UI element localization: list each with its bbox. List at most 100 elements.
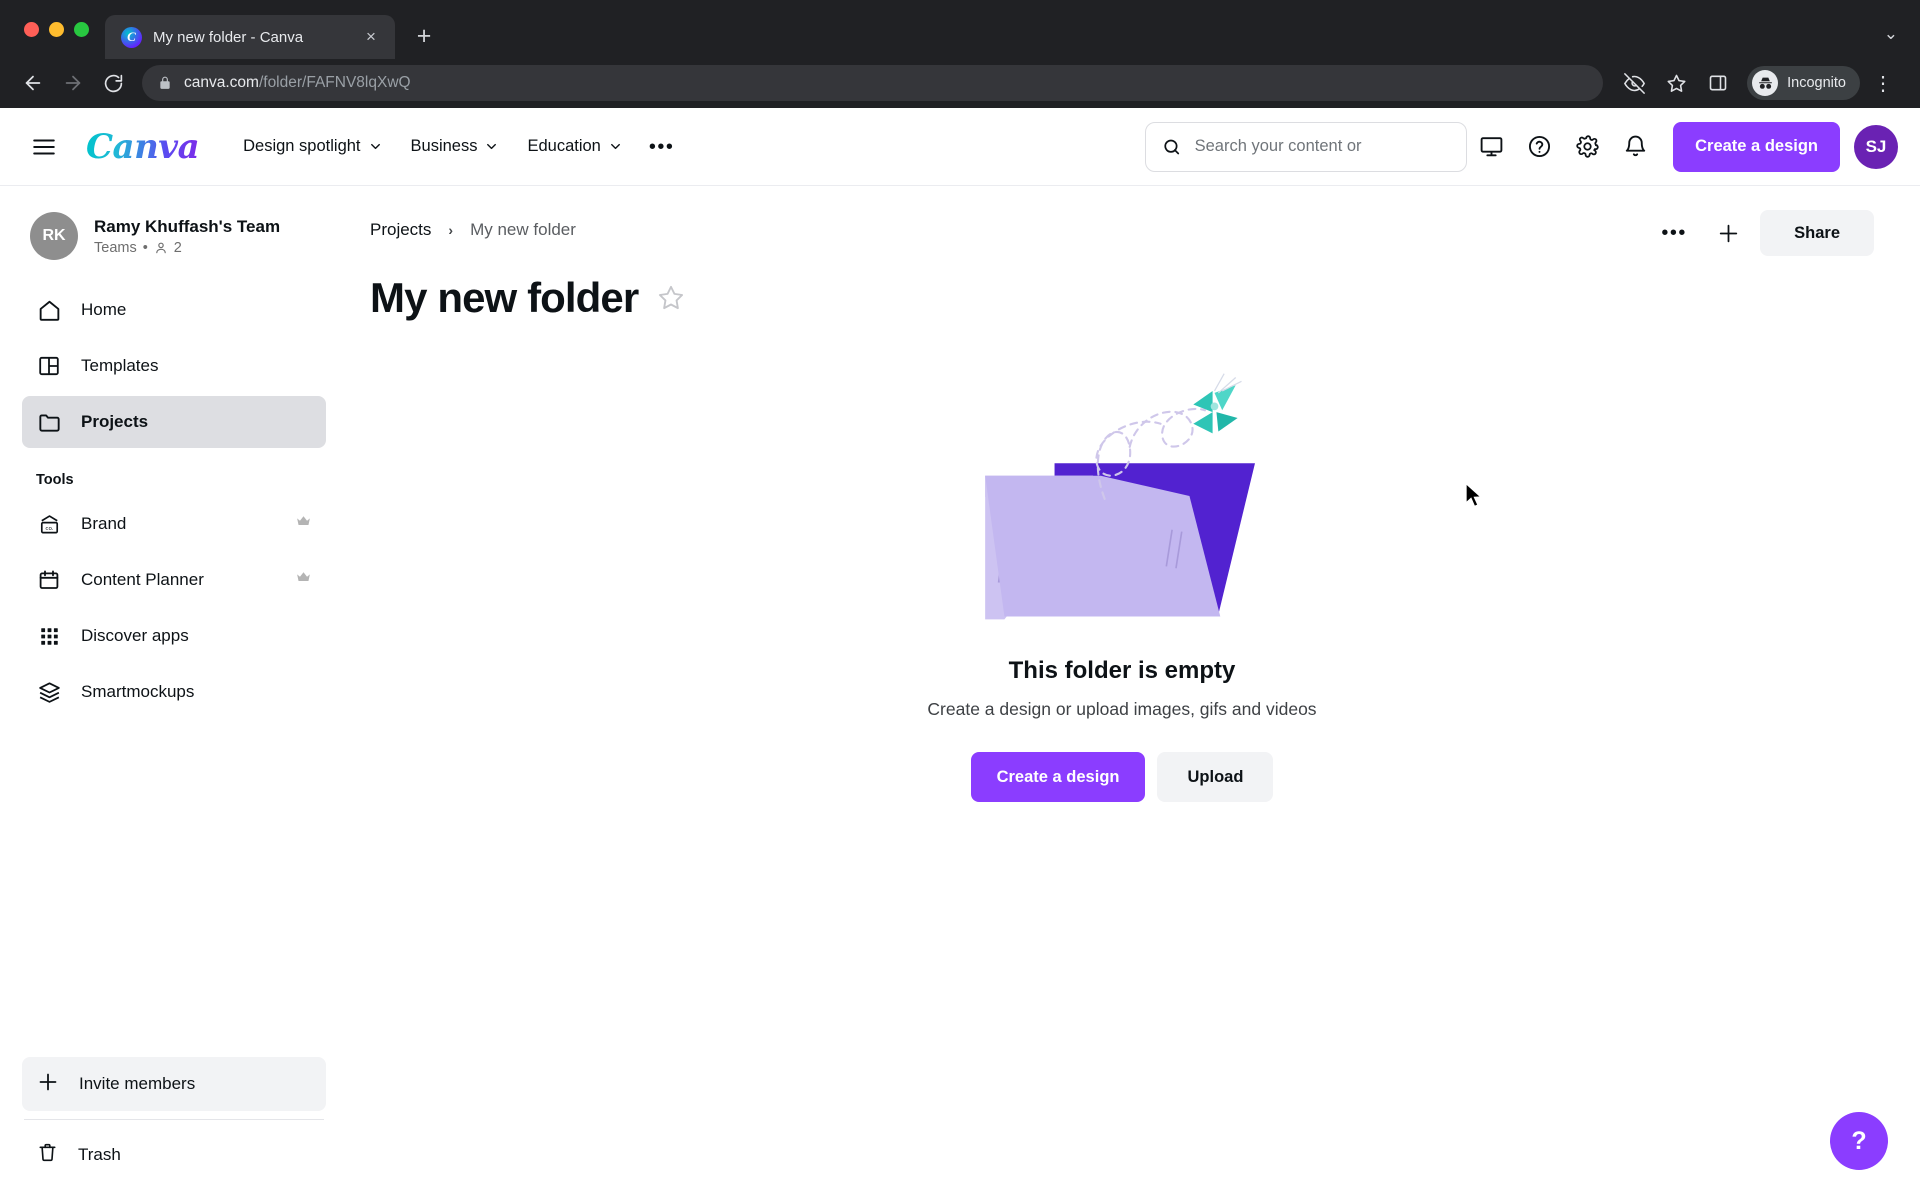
chevron-down-icon	[487, 143, 497, 150]
back-arrow-icon[interactable]	[14, 64, 52, 102]
bookmark-star-icon[interactable]	[1657, 64, 1695, 102]
main-content: Projects › My new folder ••• Share My ne…	[348, 186, 1920, 1200]
calendar-icon	[36, 568, 62, 592]
mouse-cursor	[1465, 482, 1483, 508]
tools-section-heading: Tools	[36, 472, 74, 488]
search-input[interactable]	[1194, 137, 1451, 156]
nav-item-label: Design spotlight	[243, 137, 361, 155]
sidebar-item-content-planner[interactable]: Content Planner	[22, 554, 326, 606]
empty-state-buttons: Create a design Upload	[970, 752, 1274, 802]
incognito-icon	[1752, 70, 1779, 96]
folder-icon	[36, 410, 62, 435]
trash-label: Trash	[78, 1145, 121, 1164]
gear-icon[interactable]	[1563, 123, 1611, 171]
sidebar-item-discover-apps[interactable]: Discover apps	[22, 610, 326, 662]
nav-item-education[interactable]: Education	[513, 127, 636, 166]
trash-icon	[36, 1141, 59, 1169]
create-a-design-button[interactable]: Create a design	[1673, 121, 1840, 172]
display-icon[interactable]	[1467, 123, 1515, 171]
main-actions: ••• Share	[1652, 210, 1874, 256]
empty-create-a-design-button[interactable]: Create a design	[970, 752, 1146, 802]
sidebar: RK Ramy Khuffash's Team Teams • 2 Home T…	[0, 186, 348, 1200]
new-tab-button[interactable]: +	[407, 19, 441, 53]
nav-item-design-spotlight[interactable]: Design spotlight	[229, 127, 396, 166]
team-meta-separator: •	[142, 240, 148, 257]
plus-icon	[36, 1070, 60, 1099]
sidebar-item-label: Discover apps	[81, 626, 189, 645]
tab-search-chevron-down-icon[interactable]: ⌄	[1884, 24, 1898, 44]
address-bar[interactable]: canva.com/folder/FAFNV8lqXwQ	[142, 65, 1604, 101]
browser-tab-title: My new folder - Canva	[153, 28, 304, 46]
breadcrumb-projects-link[interactable]: Projects	[370, 220, 431, 240]
folder-more-options-button[interactable]: •••	[1652, 211, 1696, 255]
user-avatar[interactable]: SJ	[1854, 124, 1898, 169]
window-traffic-lights[interactable]	[18, 0, 105, 58]
forward-arrow-icon[interactable]	[54, 64, 92, 102]
layers-icon	[36, 680, 62, 705]
sidebar-item-brand[interactable]: co. Brand	[22, 498, 326, 550]
browser-menu-icon[interactable]: ⋮	[1864, 64, 1902, 102]
browser-tab[interactable]: C My new folder - Canva ×	[105, 15, 395, 59]
incognito-profile-button[interactable]: Incognito	[1747, 66, 1860, 100]
invite-members-label: Invite members	[79, 1074, 196, 1093]
team-member-count: 2	[173, 240, 182, 257]
chevron-down-icon	[610, 143, 620, 150]
invite-members-button[interactable]: Invite members	[22, 1057, 326, 1111]
sidebar-item-label: Home	[81, 300, 127, 319]
hamburger-menu-icon[interactable]	[22, 125, 66, 169]
page-title: My new folder	[370, 274, 639, 321]
empty-state: This folder is empty Create a design or …	[370, 364, 1874, 802]
app-body: RK Ramy Khuffash's Team Teams • 2 Home T…	[0, 186, 1920, 1200]
brand-icon: co.	[36, 512, 62, 537]
nav-item-business[interactable]: Business	[397, 127, 514, 166]
close-tab-button[interactable]: ×	[359, 25, 383, 49]
close-window-button[interactable]	[24, 21, 39, 37]
toolbar-right-actions: Incognito ⋮	[1615, 64, 1902, 102]
nav-item-label: Education	[527, 137, 601, 155]
sidebar-item-label: Projects	[81, 412, 149, 431]
sidebar-item-trash[interactable]: Trash	[22, 1128, 326, 1182]
team-avatar: RK	[30, 212, 78, 260]
address-bar-url: canva.com/folder/FAFNV8lqXwQ	[184, 74, 411, 92]
browser-toolbar: canva.com/folder/FAFNV8lqXwQ Incognito ⋮	[0, 58, 1920, 108]
breadcrumb-current: My new folder	[470, 220, 576, 239]
help-circle-icon[interactable]	[1515, 123, 1563, 171]
chevron-down-icon	[370, 143, 380, 150]
lock-icon	[158, 76, 172, 90]
sidebar-item-home[interactable]: Home	[22, 284, 326, 336]
team-meta-label: Teams	[94, 240, 137, 257]
add-item-button[interactable]	[1706, 211, 1750, 255]
breadcrumb: Projects › My new folder	[370, 210, 576, 240]
pro-crown-icon	[295, 569, 312, 591]
minimize-window-button[interactable]	[49, 21, 64, 37]
person-icon	[156, 242, 166, 254]
sidebar-item-smartmockups[interactable]: Smartmockups	[22, 666, 326, 718]
templates-icon	[36, 354, 62, 378]
main-top-bar: Projects › My new folder ••• Share	[370, 210, 1874, 256]
browser-chrome: C My new folder - Canva × + ⌄ canva.com/…	[0, 0, 1920, 108]
star-outline-icon[interactable]	[656, 283, 686, 313]
apps-grid-icon	[36, 625, 62, 648]
sidebar-item-label: Brand	[81, 514, 127, 533]
team-switcher[interactable]: RK Ramy Khuffash's Team Teams • 2	[22, 202, 326, 270]
search-box[interactable]	[1145, 121, 1468, 172]
help-fab-button[interactable]: ?	[1830, 1112, 1888, 1170]
bell-icon[interactable]	[1611, 123, 1659, 171]
upload-button[interactable]: Upload	[1157, 752, 1274, 802]
sidebar-item-label: Templates	[81, 356, 159, 375]
reload-icon[interactable]	[94, 64, 132, 102]
browser-tabstrip: C My new folder - Canva × + ⌄	[0, 0, 1920, 59]
sidebar-item-projects[interactable]: Projects	[22, 396, 326, 448]
team-meta: Teams • 2	[94, 240, 280, 256]
side-panel-icon[interactable]	[1699, 64, 1737, 102]
sidebar-item-templates[interactable]: Templates	[22, 340, 326, 392]
empty-state-title: This folder is empty	[1008, 657, 1236, 684]
nav-item-label: Business	[410, 137, 478, 155]
canva-logo[interactable]: Canva	[86, 130, 200, 164]
maximize-window-button[interactable]	[74, 21, 89, 37]
share-button[interactable]: Share	[1760, 210, 1874, 256]
canva-favicon-icon: C	[121, 26, 142, 48]
nav-more-button[interactable]: •••	[637, 131, 687, 163]
eye-off-icon[interactable]	[1615, 64, 1653, 102]
